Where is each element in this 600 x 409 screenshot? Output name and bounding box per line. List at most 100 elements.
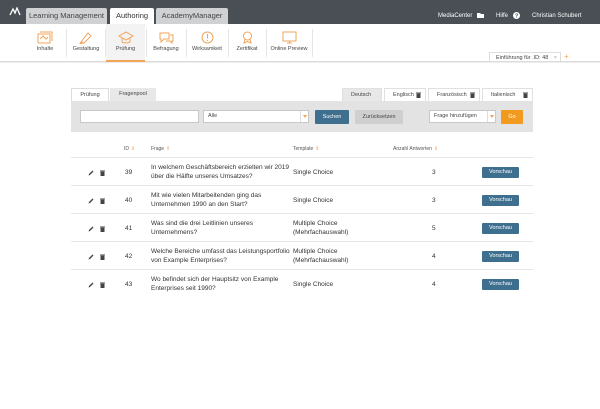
subtab-pruefung[interactable]: Prüfung <box>71 88 109 101</box>
question-text-line: Unternehmens? <box>151 229 198 236</box>
question-template: Multiple Choice (Mehrfachauswahl) <box>293 219 348 237</box>
language-tab-italienisch[interactable]: Italienisch <box>482 88 533 101</box>
sort-icon: ⇕ <box>131 146 136 152</box>
question-template: Multiple Choice (Mehrfachauswahl) <box>293 247 348 265</box>
template-line: Single Choice <box>293 197 334 204</box>
trash-icon[interactable] <box>100 254 105 260</box>
search-button[interactable]: Suchen <box>315 110 349 124</box>
preview-button[interactable]: Vorschau <box>482 279 519 290</box>
language-tab-englisch[interactable]: Englisch <box>384 88 426 101</box>
app-logo-icon <box>9 7 21 16</box>
subtab-fragenpool[interactable]: Fragenpool <box>110 88 156 101</box>
column-header-answers-label: Anzahl Antworten <box>393 146 432 152</box>
trash-icon[interactable] <box>416 92 421 98</box>
preview-button[interactable]: Vorschau <box>482 167 519 178</box>
open-course-label: Einführung für .ID: 48 <box>496 55 549 61</box>
question-text-line: Wo befindet sich der Hauptsitz von Examp… <box>151 276 279 283</box>
template-line: (Mehrfachauswahl) <box>293 229 349 236</box>
tool-gestaltung[interactable]: Gestaltung <box>68 24 104 62</box>
question-template: Single Choice <box>293 196 333 205</box>
language-label: Deutsch <box>351 92 372 98</box>
question-text-line: Enterprises seit 1990? <box>151 285 216 292</box>
column-header-template[interactable]: Template ⇕ <box>293 146 320 152</box>
question-text-line: In welchem Geschäftsbereich erzielten wi… <box>151 164 290 171</box>
top-navigation-bar: Learning Management Authoring AcademyMan… <box>0 0 600 24</box>
add-question-value: Frage hinzufügen <box>434 113 477 119</box>
add-question-select[interactable]: Frage hinzufügen <box>429 110 496 123</box>
sort-icon: ⇕ <box>315 146 320 152</box>
sort-icon: ⇕ <box>433 146 439 152</box>
tool-befragung-label: Befragung <box>153 46 179 52</box>
toolbar-divider <box>312 29 313 57</box>
table-row: 43 Wo befindet sich der Hauptsitz von Exa… <box>71 269 533 297</box>
trash-icon[interactable] <box>100 198 105 204</box>
go-button[interactable]: Go <box>501 110 523 124</box>
template-line: (Mehrfachauswahl) <box>293 257 349 264</box>
trash-icon[interactable] <box>523 92 528 98</box>
tool-online-preview[interactable]: Online Preview <box>267 24 311 62</box>
table-row: 40 Mit wie vielen Mitarbeitenden ging das… <box>71 185 533 213</box>
search-input[interactable] <box>80 110 199 123</box>
question-text: In welchem Geschäftsbereich erzielten wi… <box>151 163 289 181</box>
help-link[interactable]: Hilfe ? <box>496 0 520 24</box>
column-header-id-label: ID <box>124 146 129 152</box>
tab-authoring[interactable]: Authoring <box>110 8 154 24</box>
answer-count: 3 <box>432 197 436 204</box>
answer-count: 3 <box>432 169 436 176</box>
open-course-tab[interactable]: Einführung für .ID: 48 × <box>489 52 561 62</box>
trash-icon[interactable] <box>100 282 105 288</box>
sort-icon: ⇕ <box>166 146 171 152</box>
answer-count: 4 <box>432 281 436 288</box>
column-header-id[interactable]: ID ⇕ <box>124 146 135 152</box>
edit-icon[interactable] <box>88 198 94 204</box>
question-id: 43 <box>125 281 133 288</box>
tool-pruefung-label: Prüfung <box>115 46 136 52</box>
trash-icon[interactable] <box>100 170 105 176</box>
preview-button[interactable]: Vorschau <box>482 195 519 206</box>
certificate-icon <box>242 31 252 44</box>
column-header-answers[interactable]: Anzahl Antworten ⇕ <box>393 146 438 152</box>
tab-academymanager[interactable]: AcademyManager <box>156 8 228 24</box>
tool-zertifikat[interactable]: Zertifikat <box>229 24 265 62</box>
edit-icon[interactable] <box>88 254 94 260</box>
question-text-line: Welche Bereiche umfasst das Leistungspor… <box>151 248 290 255</box>
question-text-line: Unternehmen 1990 an den Start? <box>151 201 248 208</box>
language-label: Französisch <box>437 92 467 98</box>
edit-icon[interactable] <box>88 282 94 288</box>
question-text-line: Was sind die drei Leitlinien unseres <box>151 220 254 227</box>
user-menu[interactable]: Christian Schubert <box>532 0 581 24</box>
mediacenter-link[interactable]: MediaCenter <box>438 0 485 24</box>
question-id: 41 <box>125 225 133 232</box>
trash-icon[interactable] <box>470 92 475 98</box>
tool-befragung[interactable]: Befragung <box>147 24 185 62</box>
tool-pruefung[interactable]: Prüfung <box>106 24 145 62</box>
question-text: Was sind die drei Leitlinien unseres Unte… <box>151 219 253 237</box>
language-tab-franzoesisch[interactable]: Französisch <box>428 88 480 101</box>
preview-button[interactable]: Vorschau <box>482 251 519 262</box>
question-template: Single Choice <box>293 168 333 177</box>
survey-icon <box>159 32 173 44</box>
folder-icon <box>477 13 485 19</box>
reset-button[interactable]: Zurücksetzen <box>355 110 403 124</box>
preview-button[interactable]: Vorschau <box>482 223 519 234</box>
tool-inhalte[interactable]: Inhalte <box>26 24 64 62</box>
filter-select[interactable]: Alle <box>203 110 309 123</box>
close-icon[interactable]: × <box>554 53 557 63</box>
add-tab-icon[interactable]: + <box>564 52 569 62</box>
trash-icon[interactable] <box>100 226 105 232</box>
language-label: Englisch <box>393 92 414 98</box>
question-text: Wo befindet sich der Hauptsitz von Examp… <box>151 275 278 293</box>
edit-icon[interactable] <box>88 226 94 232</box>
edit-icon[interactable] <box>88 170 94 176</box>
template-line: Single Choice <box>293 169 334 176</box>
question-id: 42 <box>125 253 133 260</box>
tool-inhalte-label: Inhalte <box>36 46 54 52</box>
question-text-line: Mit wie vielen Mitarbeitenden ging das <box>151 192 262 199</box>
language-tab-deutsch[interactable]: Deutsch <box>342 88 382 101</box>
tab-learning-management[interactable]: Learning Management <box>26 8 107 24</box>
column-header-question[interactable]: Frage ⇕ <box>151 146 170 152</box>
effectiveness-icon <box>201 31 213 44</box>
question-text-line: über die Hälfte unseres Umsatzes? <box>151 173 253 180</box>
template-line: Single Choice <box>293 281 334 288</box>
tool-wirksamkeit[interactable]: Wirksamkeit <box>187 24 227 62</box>
